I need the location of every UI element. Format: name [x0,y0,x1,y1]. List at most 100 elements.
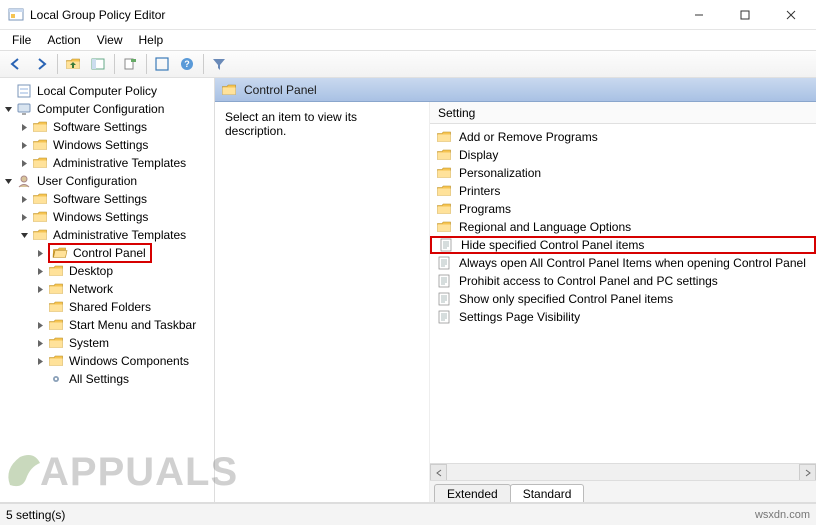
menu-view[interactable]: View [89,31,131,49]
scroll-track[interactable] [447,464,799,480]
expander-icon[interactable] [32,353,48,369]
folder-icon [436,183,452,199]
expander-icon[interactable] [0,173,16,189]
forward-button[interactable] [29,52,53,76]
settings-list[interactable]: Setting Add or Remove Programs Display P… [430,102,816,502]
list-item[interactable]: Regional and Language Options [430,218,816,236]
tree-item[interactable]: Software Settings [0,190,214,208]
folder-icon [32,155,48,171]
details-header: Control Panel [215,78,816,102]
tree-item[interactable]: Windows Components [0,352,214,370]
toolbar: ? [0,50,816,78]
policy-setting-icon [436,309,452,325]
tree-item[interactable]: All Settings [0,370,214,388]
folder-icon [436,165,452,181]
list-item[interactable]: Add or Remove Programs [430,128,816,146]
policy-setting-icon [436,273,452,289]
list-item[interactable]: Display [430,146,816,164]
view-tabs: Extended Standard [430,480,816,502]
folder-icon [32,191,48,207]
folder-icon [48,281,64,297]
menu-help[interactable]: Help [131,31,172,49]
tree-user-config[interactable]: User Configuration [0,172,214,190]
list-item-hide-specified[interactable]: Hide specified Control Panel items [430,236,816,254]
folder-icon [436,147,452,163]
up-button[interactable] [61,52,85,76]
expander-icon[interactable] [16,155,32,171]
details-title: Control Panel [244,83,317,97]
tree-item[interactable]: Start Menu and Taskbar [0,316,214,334]
folder-open-icon [52,245,68,261]
export-button[interactable] [118,52,142,76]
minimize-button[interactable] [676,0,722,30]
list-item[interactable]: Always open All Control Panel Items when… [430,254,816,272]
tree-item[interactable]: Windows Settings [0,136,214,154]
list-item[interactable]: Show only specified Control Panel items [430,290,816,308]
tree-item[interactable]: Administrative Templates [0,154,214,172]
user-icon [16,173,32,189]
expander-icon[interactable] [32,263,48,279]
menu-action[interactable]: Action [39,31,88,49]
expander-icon[interactable] [32,317,48,333]
filter-button[interactable] [207,52,231,76]
folder-icon [48,299,64,315]
policy-setting-icon [438,237,454,253]
tree-item[interactable]: Software Settings [0,118,214,136]
tree-computer-config[interactable]: Computer Configuration [0,100,214,118]
policy-setting-icon [436,255,452,271]
description-text: Select an item to view its description. [225,110,357,138]
policy-icon [16,83,32,99]
expander-icon[interactable] [32,281,48,297]
list-item[interactable]: Printers [430,182,816,200]
tree-root[interactable]: Local Computer Policy [0,82,214,100]
folder-icon [221,82,237,98]
tree-item[interactable]: System [0,334,214,352]
window-title: Local Group Policy Editor [30,8,676,22]
expander-icon[interactable] [32,335,48,351]
help-button[interactable]: ? [175,52,199,76]
expander-icon[interactable] [16,209,32,225]
folder-icon [32,227,48,243]
tab-extended[interactable]: Extended [434,484,511,502]
tree-admin-templates[interactable]: Administrative Templates [0,226,214,244]
menubar: File Action View Help [0,30,816,50]
folder-icon [436,201,452,217]
refresh-button[interactable] [150,52,174,76]
folder-icon [48,317,64,333]
back-button[interactable] [4,52,28,76]
show-hide-tree-button[interactable] [86,52,110,76]
expander-icon[interactable] [16,119,32,135]
list-item[interactable]: Personalization [430,164,816,182]
tree-item[interactable]: Network [0,280,214,298]
tree-item[interactable]: Desktop [0,262,214,280]
folder-icon [48,353,64,369]
list-item[interactable]: Programs [430,200,816,218]
tree-pane[interactable]: Local Computer Policy Computer Configura… [0,78,215,502]
close-button[interactable] [768,0,814,30]
tab-standard[interactable]: Standard [510,484,585,502]
expander-icon[interactable] [32,245,48,261]
expander-icon[interactable] [0,101,16,117]
expander-icon[interactable] [16,137,32,153]
folder-icon [436,219,452,235]
svg-text:?: ? [184,59,190,69]
computer-icon [16,101,32,117]
tree-item[interactable]: Windows Settings [0,208,214,226]
folder-icon [32,137,48,153]
maximize-button[interactable] [722,0,768,30]
settings-icon [48,371,64,387]
description-column: Select an item to view its description. [215,102,430,502]
expander-icon[interactable] [16,191,32,207]
list-item[interactable]: Settings Page Visibility [430,308,816,326]
horizontal-scrollbar[interactable] [430,463,816,480]
menu-file[interactable]: File [4,31,39,49]
scroll-right-button[interactable] [799,464,816,481]
details-pane: Control Panel Select an item to view its… [215,78,816,502]
tree-item[interactable]: Shared Folders [0,298,214,316]
tree-control-panel[interactable]: Control Panel [0,244,214,262]
expander-icon[interactable] [16,227,32,243]
list-item[interactable]: Prohibit access to Control Panel and PC … [430,272,816,290]
policy-setting-icon [436,291,452,307]
scroll-left-button[interactable] [430,464,447,481]
column-header-setting[interactable]: Setting [430,102,816,124]
